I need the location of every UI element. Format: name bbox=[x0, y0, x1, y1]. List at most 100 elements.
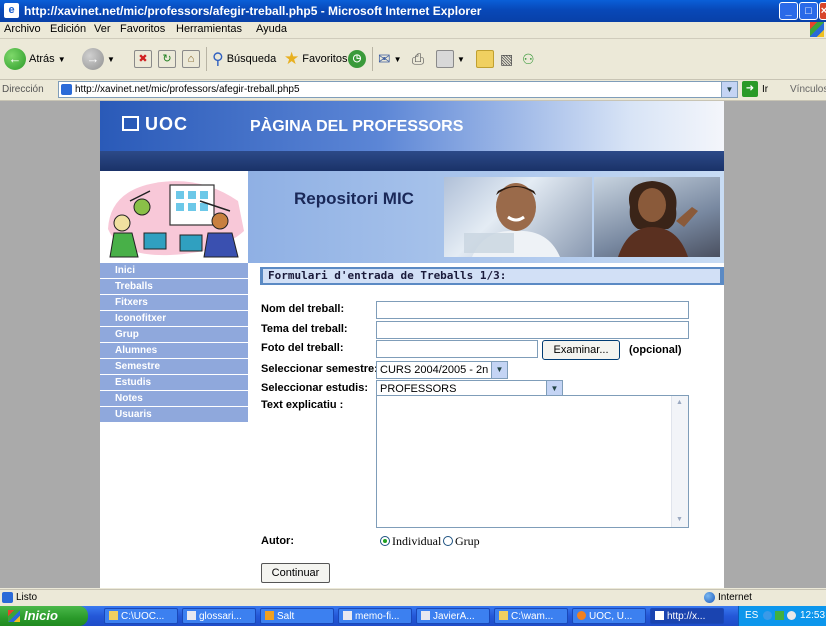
text-label: Text explicatiu : bbox=[261, 399, 344, 411]
menu-ayuda[interactable]: Ayuda bbox=[256, 23, 287, 35]
page-icon bbox=[2, 592, 13, 603]
print-button[interactable]: ⎙ bbox=[412, 47, 424, 71]
windows-logo-icon bbox=[8, 610, 20, 622]
tema-input[interactable] bbox=[376, 321, 689, 339]
nav-item-alumnes[interactable]: Alumnes bbox=[100, 343, 248, 358]
back-button[interactable]: ← Atrás ▼ bbox=[4, 47, 66, 71]
messenger-button[interactable]: ⚇ bbox=[522, 47, 535, 71]
chevron-down-icon[interactable]: ▼ bbox=[721, 82, 737, 97]
foto-label: Foto del treball: bbox=[261, 342, 344, 354]
favorites-button[interactable]: ★ Favoritos bbox=[284, 47, 348, 71]
semestre-value: CURS 2004/2005 - 2n bbox=[380, 364, 489, 376]
page-header-title: PÀGINA DEL PROFESSORS bbox=[250, 118, 464, 135]
radio-checked-icon bbox=[380, 536, 390, 546]
text-explicatiu-textarea[interactable]: ▲ ▼ bbox=[376, 395, 689, 528]
go-arrow-icon[interactable]: ➜ bbox=[742, 81, 758, 97]
menu-herramientas[interactable]: Herramientas bbox=[176, 23, 242, 35]
task-button[interactable]: JavierA... bbox=[416, 608, 490, 624]
title-bar: e http://xavinet.net/mic/professors/afeg… bbox=[0, 0, 826, 22]
security-icon[interactable] bbox=[775, 611, 784, 620]
security-zone: Internet bbox=[718, 592, 752, 603]
edit-button[interactable]: ▼ bbox=[436, 47, 465, 71]
clock: 12:53 bbox=[800, 610, 826, 621]
radio-grup[interactable]: Grup bbox=[443, 534, 480, 549]
mail-button[interactable]: ✉ ▼ bbox=[378, 47, 402, 71]
start-button[interactable]: Inicio bbox=[0, 606, 88, 626]
folder-button[interactable] bbox=[476, 47, 494, 71]
folder-icon bbox=[109, 611, 118, 620]
menu-edicion[interactable]: Edición bbox=[50, 23, 86, 35]
go-button[interactable]: Ir bbox=[762, 84, 768, 95]
browse-button[interactable]: Examinar... bbox=[542, 340, 620, 360]
task-button[interactable]: glossari... bbox=[182, 608, 256, 624]
textarea-scrollbar[interactable]: ▲ ▼ bbox=[671, 396, 688, 527]
favorites-label: Favoritos bbox=[302, 53, 348, 65]
home-button[interactable]: ⌂ bbox=[182, 47, 200, 71]
task-button-active[interactable]: http://x... bbox=[650, 608, 724, 624]
nom-input[interactable] bbox=[376, 301, 689, 319]
refresh-button[interactable]: ↻ bbox=[158, 47, 176, 71]
folder-icon bbox=[499, 611, 508, 620]
menu-favoritos[interactable]: Favoritos bbox=[120, 23, 165, 35]
task-button[interactable]: memo-fi... bbox=[338, 608, 412, 624]
nav-item-estudis[interactable]: Estudis bbox=[100, 375, 248, 390]
windows-logo-icon bbox=[810, 22, 824, 37]
minimize-button[interactable]: _ bbox=[779, 2, 798, 20]
side-nav: Inici Treballs Fitxers Iconofitxer Grup … bbox=[100, 263, 248, 423]
messenger-icon: ⚇ bbox=[522, 50, 535, 67]
search-label: Búsqueda bbox=[226, 53, 277, 65]
menu-ver[interactable]: Ver bbox=[94, 23, 111, 35]
forward-button[interactable]: → ▼ bbox=[82, 47, 115, 71]
system-tray: ES 12:53 bbox=[738, 606, 826, 626]
radio-individual[interactable]: Individual bbox=[380, 534, 441, 549]
nav-item-semestre[interactable]: Semestre bbox=[100, 359, 248, 374]
task-button[interactable]: C:\UOC... bbox=[104, 608, 178, 624]
page-icon bbox=[61, 84, 72, 95]
cloud-icon[interactable] bbox=[787, 611, 796, 620]
firefox-icon bbox=[577, 611, 586, 620]
research-button[interactable]: ▧ bbox=[500, 47, 513, 71]
history-button[interactable]: ◷ bbox=[348, 47, 366, 71]
address-url: http://xavinet.net/mic/professors/afegir… bbox=[75, 84, 300, 95]
page-header: UOC PÀGINA DEL PROFESSORS bbox=[100, 101, 724, 151]
autor-label: Autor: bbox=[261, 535, 294, 547]
task-button[interactable]: C:\wam... bbox=[494, 608, 568, 624]
banner: Repositori MIC bbox=[248, 171, 724, 263]
star-icon: ★ bbox=[284, 49, 300, 68]
chevron-down-icon: ▼ bbox=[457, 54, 465, 64]
nav-item-grup[interactable]: Grup bbox=[100, 327, 248, 342]
language-indicator[interactable]: ES bbox=[745, 610, 758, 621]
foto-input[interactable] bbox=[376, 340, 538, 358]
search-button[interactable]: ⚲ Búsqueda bbox=[212, 47, 276, 71]
network-icon[interactable] bbox=[763, 611, 772, 620]
semestre-select[interactable]: CURS 2004/2005 - 2n ▼ bbox=[376, 361, 508, 379]
task-button[interactable]: Salt bbox=[260, 608, 334, 624]
internet-explorer-icon: e bbox=[4, 3, 19, 18]
maximize-button[interactable]: □ bbox=[799, 2, 818, 20]
form-header: Formulari d'entrada de Treballs 1/3: bbox=[260, 267, 724, 285]
nav-item-inici[interactable]: Inici bbox=[100, 263, 248, 278]
address-input[interactable]: http://xavinet.net/mic/professors/afegir… bbox=[58, 81, 738, 98]
document-icon bbox=[343, 611, 352, 620]
uoc-logo[interactable]: UOC bbox=[122, 114, 188, 135]
nav-item-usuaris[interactable]: Usuaris bbox=[100, 407, 248, 422]
folder-icon bbox=[476, 50, 494, 68]
scroll-down-icon[interactable]: ▼ bbox=[672, 513, 687, 527]
nav-item-fitxers[interactable]: Fitxers bbox=[100, 295, 248, 310]
menu-archivo[interactable]: Archivo bbox=[4, 23, 41, 35]
print-icon: ⎙ bbox=[412, 50, 425, 68]
document-icon bbox=[187, 611, 196, 620]
radio-unchecked-icon bbox=[443, 536, 453, 546]
nav-item-treballs[interactable]: Treballs bbox=[100, 279, 248, 294]
estudis-value: PROFESSORS bbox=[380, 383, 457, 395]
nav-item-notes[interactable]: Notes bbox=[100, 391, 248, 406]
nav-item-iconofitxer[interactable]: Iconofitxer bbox=[100, 311, 248, 326]
task-button[interactable]: UOC, U... bbox=[572, 608, 646, 624]
close-button[interactable]: × bbox=[819, 2, 826, 20]
links-button[interactable]: Vínculos bbox=[790, 84, 826, 95]
scroll-up-icon[interactable]: ▲ bbox=[672, 396, 687, 410]
continuar-button[interactable]: Continuar bbox=[261, 563, 330, 583]
internet-explorer-icon bbox=[655, 611, 664, 620]
stop-button[interactable]: ✖ bbox=[134, 47, 152, 71]
chevron-down-icon: ▼ bbox=[491, 362, 507, 378]
